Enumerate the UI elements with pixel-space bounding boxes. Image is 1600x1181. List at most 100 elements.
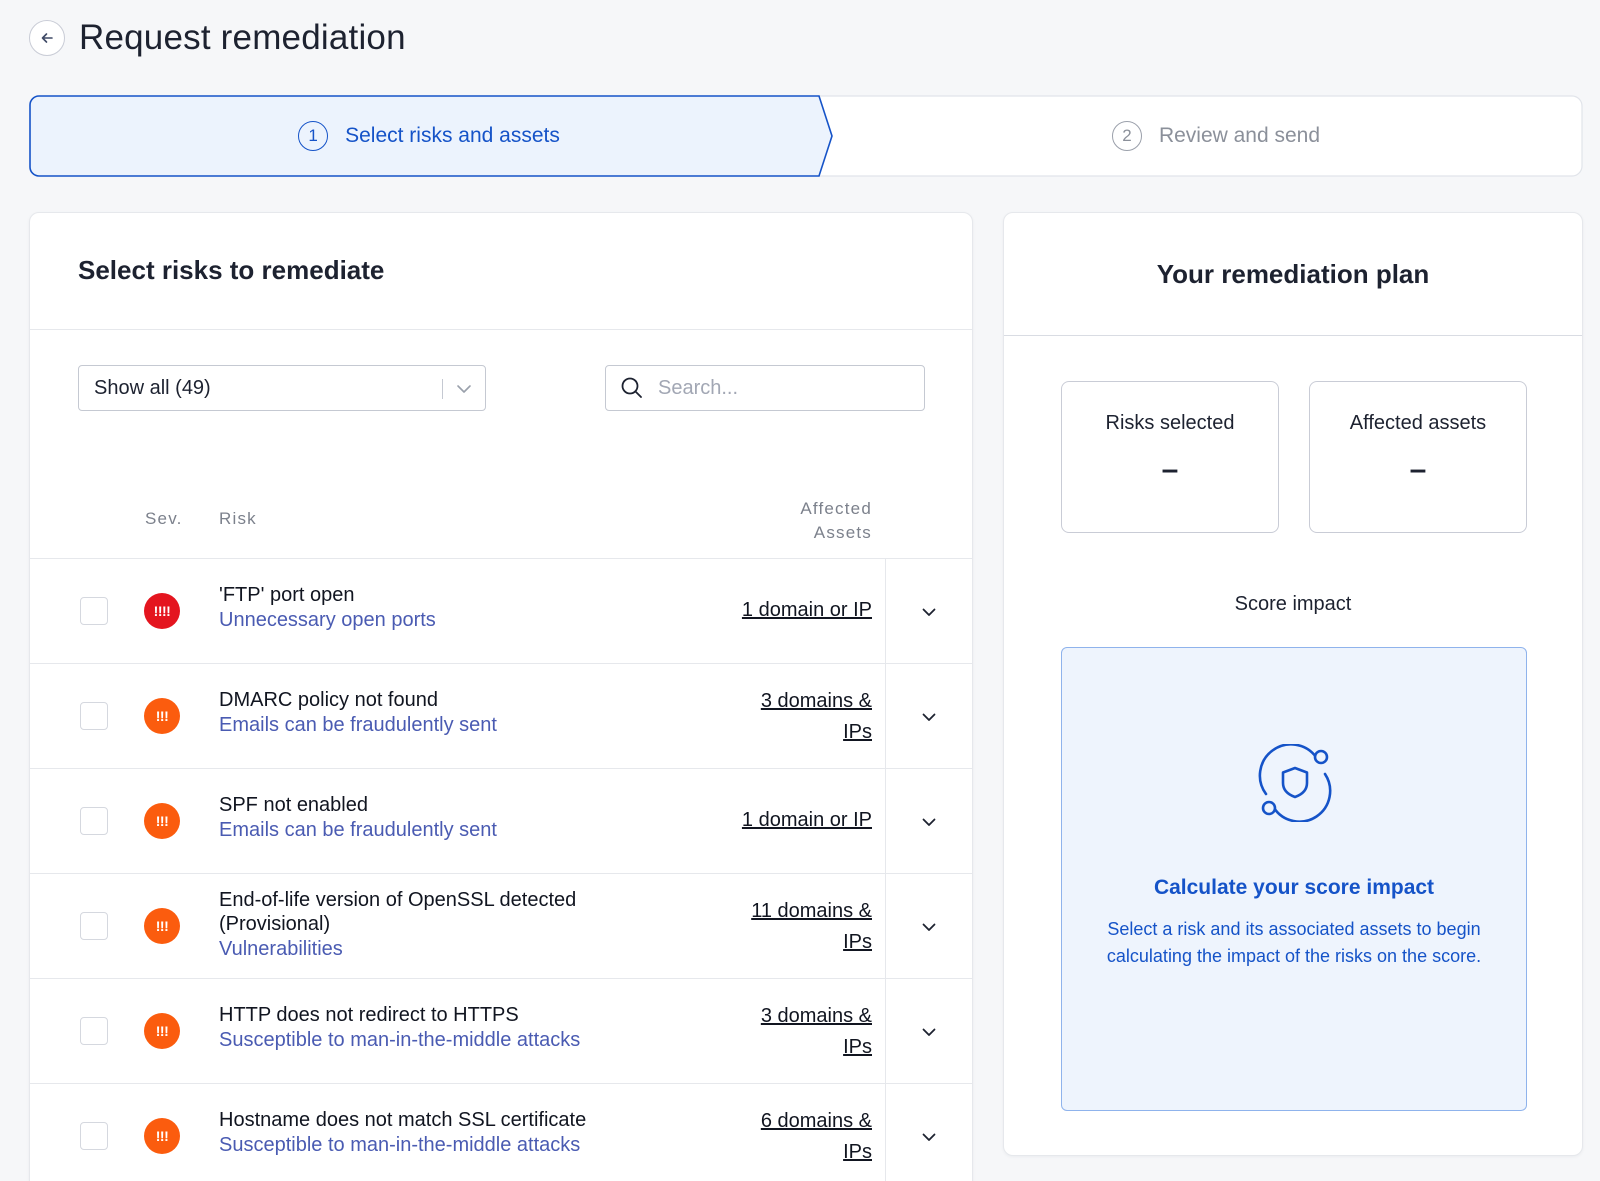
assets-text: IPs [843, 1141, 872, 1163]
chevron-down-icon [922, 1028, 936, 1036]
risk-category: Unnecessary open ports [219, 609, 436, 631]
risk-info: DMARC policy not found Emails can be fra… [219, 688, 649, 739]
chevron-down-icon [457, 385, 471, 393]
chevron-down-icon [922, 923, 936, 931]
table-row: !!! SPF not enabled Emails can be fraudu… [30, 769, 972, 874]
step-label: Select risks and assets [345, 124, 560, 147]
chevron-down-icon [922, 1133, 936, 1141]
assets-text: 3 domains & [760, 690, 872, 712]
row-checkbox[interactable] [80, 807, 108, 835]
chevron-down-icon [922, 818, 936, 826]
table-row: !!!! 'FTP' port open Unnecessary open po… [30, 559, 972, 664]
chevron-down-icon [922, 713, 936, 721]
column-separator [885, 664, 886, 768]
column-separator [885, 559, 886, 663]
remediation-plan-panel: Your remediation plan Risks selected – A… [1003, 212, 1583, 1156]
stat-value: – [1409, 453, 1427, 486]
row-checkbox[interactable] [80, 702, 108, 730]
step-number: 2 [1111, 121, 1142, 151]
assets-text: 1 domain or IP [741, 599, 872, 621]
affected-assets-link[interactable]: 6 domains & IPs [712, 1106, 872, 1168]
risk-title: 'FTP' port open [219, 584, 355, 606]
risk-title: Hostname does not match SSL certificate [219, 1109, 587, 1131]
search-input[interactable] [658, 376, 898, 400]
stat-label: Risks selected [1105, 412, 1235, 434]
score-impact-description: Select a risk and its associated assets … [1106, 919, 1482, 966]
risk-info: Hostname does not match SSL certificate … [219, 1108, 649, 1159]
step-review-send[interactable]: 2 Review and send [849, 95, 1583, 177]
affected-assets-link[interactable]: 11 domains & IPs [712, 896, 872, 958]
back-button[interactable] [29, 20, 65, 56]
risk-info: 'FTP' port open Unnecessary open ports [219, 583, 649, 634]
risk-filter-dropdown[interactable]: Show all (49) [78, 365, 486, 411]
severity-critical-icon: !!!! [144, 593, 180, 629]
row-checkbox[interactable] [80, 1017, 108, 1045]
column-header-affected-assets: Affected Assets [800, 497, 872, 545]
assets-text: IPs [843, 721, 872, 743]
score-impact-label: Score impact [1234, 593, 1352, 615]
risk-title: SPF not enabled [219, 794, 368, 816]
risk-category: Susceptible to man-in-the-middle attacks [219, 1134, 581, 1156]
arrow-left-icon [41, 33, 53, 43]
risk-category: Emails can be fraudulently sent [219, 714, 497, 736]
table-row: !!! Hostname does not match SSL certific… [30, 1084, 972, 1181]
table-row: !!! DMARC policy not found Emails can be… [30, 664, 972, 769]
affected-assets-link[interactable]: 3 domains & IPs [712, 686, 872, 748]
risk-title: HTTP does not redirect to HTTPS [219, 1004, 519, 1026]
row-checkbox[interactable] [80, 912, 108, 940]
expand-row-button[interactable] [918, 1021, 940, 1043]
search-box[interactable] [605, 365, 925, 411]
assets-text: 3 domains & [760, 1005, 872, 1027]
stepper: 1 Select risks and assets 2 Review and s… [29, 95, 1583, 177]
risk-title-continued: (Provisional) [219, 913, 331, 935]
expand-row-button[interactable] [918, 706, 940, 728]
plan-panel-title: Your remediation plan [1156, 259, 1430, 289]
page-header: Request remediation [29, 16, 406, 60]
risks-panel: Select risks to remediate Show all (49) … [29, 212, 973, 1181]
divider [1004, 335, 1582, 336]
step-number: 1 [298, 121, 329, 151]
assets-text: 11 domains & [751, 900, 872, 922]
column-header-risk: Risk [219, 509, 257, 528]
expand-row-button[interactable] [918, 916, 940, 938]
severity-high-icon: !!! [144, 1118, 180, 1154]
step-label: Review and send [1158, 124, 1321, 147]
risk-info: End-of-life version of OpenSSL detected … [219, 888, 649, 963]
severity-high-icon: !!! [144, 1013, 180, 1049]
affected-assets-card: Affected assets – [1309, 381, 1527, 533]
assets-text: 1 domain or IP [741, 809, 872, 831]
assets-text: IPs [843, 1036, 872, 1058]
expand-row-button[interactable] [918, 1126, 940, 1148]
column-header-severity: Sev. [145, 509, 183, 528]
risks-panel-title: Select risks to remediate [78, 255, 385, 285]
divider [30, 329, 972, 330]
step-select-risks[interactable]: 1 Select risks and assets [29, 95, 829, 177]
severity-high-icon: !!! [144, 803, 180, 839]
dropdown-separator [442, 379, 443, 399]
table-row: !!! HTTP does not redirect to HTTPS Susc… [30, 979, 972, 1084]
chevron-down-icon [922, 608, 936, 616]
risk-title: DMARC policy not found [219, 689, 438, 711]
risk-category: Vulnerabilities [219, 938, 343, 960]
risk-info: SPF not enabled Emails can be fraudulent… [219, 793, 649, 844]
row-checkbox[interactable] [80, 1122, 108, 1150]
severity-high-icon: !!! [144, 908, 180, 944]
affected-assets-link[interactable]: 3 domains & IPs [712, 1001, 872, 1063]
shield-orbit-icon [1258, 744, 1332, 822]
stat-value: – [1161, 453, 1179, 486]
expand-row-button[interactable] [918, 811, 940, 833]
table-row: !!! End-of-life version of OpenSSL detec… [30, 874, 972, 979]
column-header-line: Assets [813, 523, 872, 542]
stat-label: Affected assets [1349, 412, 1487, 434]
score-impact-box: Calculate your score impact Select a ris… [1061, 647, 1527, 1111]
expand-row-button[interactable] [918, 601, 940, 623]
affected-assets-link[interactable]: 1 domain or IP [712, 595, 872, 626]
search-icon [621, 377, 642, 398]
assets-text: 6 domains & [760, 1110, 872, 1132]
column-separator [885, 979, 886, 1083]
column-header-line: Affected [800, 499, 872, 518]
row-checkbox[interactable] [80, 597, 108, 625]
filter-selected-value: Show all (49) [94, 376, 211, 399]
page-title: Request remediation [79, 18, 406, 57]
affected-assets-link[interactable]: 1 domain or IP [712, 805, 872, 836]
